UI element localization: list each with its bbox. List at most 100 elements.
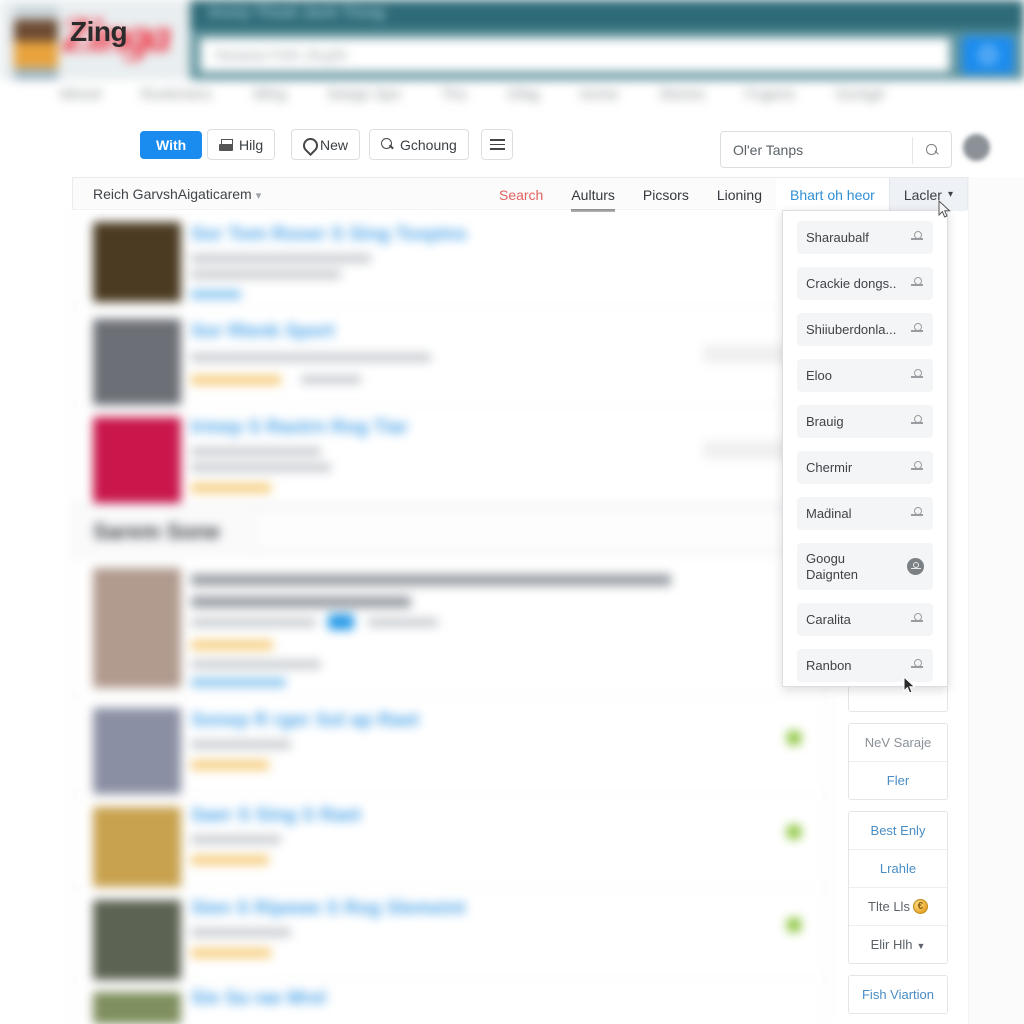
dropdown-item-label: Eloo xyxy=(806,367,833,383)
hilg-button[interactable]: Hilg xyxy=(207,129,276,160)
sidebar-row-lrahle[interactable]: Lrahle xyxy=(849,850,947,888)
dropdown-item-label: Ranbon xyxy=(806,657,852,673)
user-icon xyxy=(910,612,924,627)
list-item[interactable] xyxy=(73,556,827,696)
tabs: Search Aulturs Picsors Lioning Bhart oh … xyxy=(485,178,967,212)
list-item[interactable]: Sie Sa rae Mrel xyxy=(73,980,827,1024)
tab-search[interactable]: Search xyxy=(485,178,557,211)
tab-bhart-oh-heor[interactable]: Bhart oh heor xyxy=(775,178,889,211)
search-icon[interactable] xyxy=(926,144,938,156)
chrome-nav-item[interactable]: Minod xyxy=(60,86,101,110)
chrome-nav-item[interactable]: Anme xyxy=(579,86,618,110)
user-filled-icon xyxy=(907,558,924,575)
chrome-nav-item[interactable]: Stones xyxy=(659,86,706,110)
user-icon xyxy=(910,414,924,429)
chrome-nav-item[interactable]: Runkmenc xyxy=(141,86,213,110)
sidebar-row-tlte-lls-label: Tlte Lls xyxy=(868,899,910,914)
sidebar-row-elir-hlh-label: Elir Hlh xyxy=(870,937,913,952)
hilg-button-label: Hilg xyxy=(239,136,264,153)
right-sidebar: NeV Saraje Fler Best Enly Lrahle Tlte Ll… xyxy=(848,662,948,1024)
chrome-nav: Minod Runkmenc Wlng Seego Spn Tho Gfag A… xyxy=(60,86,960,110)
app-brand: Zing xyxy=(70,16,128,47)
dropdown-item[interactable]: Sharaubalf xyxy=(797,221,933,254)
user-icon xyxy=(910,658,924,673)
list-item[interactable]: Irmep S Rastrn Rog Tiar xyxy=(73,405,827,504)
section-search-box[interactable] xyxy=(255,511,813,551)
gutter-rule xyxy=(968,177,969,1024)
avatar[interactable] xyxy=(963,134,990,161)
user-icon xyxy=(910,460,924,475)
dropdown-item[interactable]: Caralita xyxy=(797,603,933,636)
list-item[interactable]: Sor Rlenk Sport xyxy=(73,307,827,405)
sidebar-card-saraje: NeV Saraje Fler xyxy=(848,723,948,800)
list-item[interactable]: Sonep R rger Sol ap Raet xyxy=(73,696,827,795)
page-root: Zinga Anziy Thoal Jack Tisog Nwaeat Felr… xyxy=(0,0,1024,1024)
tab-lacler[interactable]: Lacler ▾ xyxy=(888,178,967,211)
new-button-label: New xyxy=(320,136,349,153)
sidebar-row-best-enly[interactable]: Best Enly xyxy=(849,812,947,850)
chrome-nav-item[interactable]: Wlng xyxy=(253,86,287,110)
dropdown-item[interactable]: Crackie dongs.. xyxy=(797,267,933,300)
dropdown-item[interactable]: Eloo xyxy=(797,359,933,392)
section-header: Sarem Sone xyxy=(73,504,827,556)
new-button[interactable]: New xyxy=(291,129,361,160)
chrome-search-placeholder: Nwaeat Felrt Jluyjht xyxy=(215,47,347,64)
chevron-down-icon: ▼ xyxy=(916,941,926,951)
chrome-banner-title: Anziy Thoal Jack Tisog xyxy=(208,4,385,21)
coin-icon xyxy=(912,899,928,914)
breadcrumb[interactable]: Reich GarvshAigaticarem ▾ xyxy=(93,186,261,202)
dropdown-item[interactable]: Brauig xyxy=(797,405,933,438)
chrome-avatar-image xyxy=(14,6,58,80)
dropdown-item-label: Crackie dongs.. xyxy=(806,275,897,291)
sidebar-row-fish-viartion[interactable]: Fish Viartion xyxy=(849,976,947,1013)
dropdown-item[interactable]: Chermir xyxy=(797,451,933,484)
search-divider xyxy=(912,137,913,164)
printer-icon xyxy=(219,138,233,151)
sidebar-row-fler[interactable]: Fler xyxy=(849,762,947,799)
mouse-cursor-bottom xyxy=(903,676,916,694)
chrome-search-input[interactable]: Nwaeat Felrt Jluyjht xyxy=(200,38,950,72)
user-icon xyxy=(910,276,924,291)
sidebar-row-elir-hlh[interactable]: Elir Hlh ▼ xyxy=(849,926,947,963)
hamburger-menu-button[interactable] xyxy=(481,129,513,160)
list-item[interactable]: Saer S Sing S Raet xyxy=(73,795,827,888)
results-list: Sor Tom Roser S Sing Tospins Sor Rlenk S… xyxy=(72,210,828,1024)
dropdown-item-label: Maḋinal xyxy=(806,505,852,521)
dropdown-item-label: Googu Daignten xyxy=(806,550,859,582)
dropdown-item[interactable]: Shiiuberdonla... xyxy=(797,313,933,346)
chrome-nav-item[interactable]: Gonigd xyxy=(835,86,883,110)
dropdown-item-label: Chermir xyxy=(806,459,853,475)
sidebar-row-tlte-lls[interactable]: Tlte Lls xyxy=(849,888,947,926)
dropdown-item-label: Brauig xyxy=(806,413,844,429)
dropdown-item[interactable]: Maḋinal xyxy=(797,497,933,530)
chrome-banner: Anziy Thoal Jack Tisog xyxy=(190,0,1024,30)
hamburger-icon xyxy=(489,139,505,150)
sidebar-card-actions: Best Enly Lrahle Tlte Lls Elir Hlh▼ xyxy=(848,811,948,964)
tab-picsors[interactable]: Picsors xyxy=(629,178,703,211)
with-button[interactable]: With xyxy=(140,131,203,159)
tab-lioning[interactable]: Lioning xyxy=(703,178,776,211)
gchoung-button[interactable]: Gchoung xyxy=(369,129,469,160)
chrome-nav-item[interactable]: Gfag xyxy=(507,86,540,110)
location-pin-icon xyxy=(303,138,314,152)
tab-aulturs[interactable]: Aulturs xyxy=(557,178,629,212)
sidebar-row-label: NeV Saraje xyxy=(849,724,947,762)
chrome-nav-item[interactable]: Tho xyxy=(441,86,467,110)
section-title: Sarem Sone xyxy=(93,519,221,544)
dropdown-item[interactable]: Googu Daignten xyxy=(797,543,933,590)
dropdown-item-label: Caralita xyxy=(806,611,851,627)
list-item[interactable]: Sor Tom Roser S Sing Tospins xyxy=(73,210,827,307)
chevron-down-icon: ▾ xyxy=(947,189,953,200)
site-chrome-blurred: Zinga Anziy Thoal Jack Tisog Nwaeat Felr… xyxy=(0,0,1024,115)
tab-bar: Reich GarvshAigaticarem ▾ Search Aulturs … xyxy=(72,177,968,212)
toolbar-search-field[interactable]: Ol'er Tanps xyxy=(720,131,952,168)
user-icon xyxy=(910,368,924,383)
user-icon xyxy=(910,506,924,521)
chrome-nav-item[interactable]: Seego Spn xyxy=(327,86,401,110)
chrome-search-button[interactable] xyxy=(962,36,1014,74)
breadcrumb-label: Reich GarvshAigaticarem xyxy=(93,186,252,202)
chrome-nav-item[interactable]: Fugens xyxy=(745,86,795,110)
tab-lacler-label: Lacler xyxy=(903,186,942,203)
list-item[interactable]: Sien S Ripewe S Rog Slemeint xyxy=(73,888,827,980)
sidebar-card-fish: Fish Viartion xyxy=(848,975,948,1014)
